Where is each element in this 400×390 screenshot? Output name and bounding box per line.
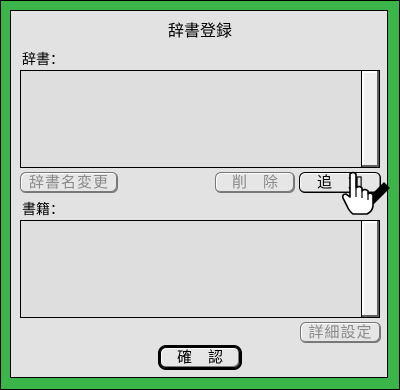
confirm-button[interactable]: 確認 bbox=[158, 345, 242, 370]
books-list[interactable] bbox=[20, 220, 380, 318]
dictionary-label: 辞書： bbox=[22, 52, 64, 68]
delete-button[interactable]: 削除 bbox=[215, 172, 295, 193]
details-settings-button[interactable]: 詳細設定 bbox=[300, 322, 381, 343]
rename-dictionary-button[interactable]: 辞書名変更 bbox=[20, 172, 118, 193]
dictionary-list-scrollbar[interactable] bbox=[361, 71, 379, 167]
pointing-hand-with-pen-icon bbox=[342, 171, 390, 215]
dictionary-list[interactable] bbox=[20, 70, 380, 168]
books-list-scrollbar[interactable] bbox=[361, 221, 379, 317]
books-label: 書籍： bbox=[22, 202, 64, 218]
dialog-title: 辞書登録 bbox=[167, 21, 232, 40]
